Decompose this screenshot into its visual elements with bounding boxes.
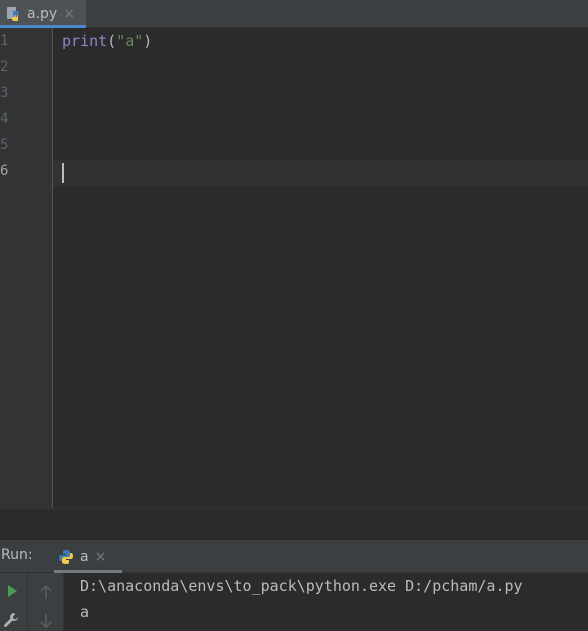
run-tab-label: a — [80, 548, 89, 565]
python-file-icon — [6, 6, 22, 22]
tab-label: a.py — [27, 6, 58, 22]
scroll-down-button[interactable] — [36, 611, 56, 631]
python-icon — [58, 549, 74, 565]
code-line-1[interactable]: print("a") — [62, 28, 152, 54]
code-token-string: "a" — [116, 32, 144, 50]
wrench-icon — [4, 613, 18, 627]
line-number-gutter: 1 2 3 4 5 6 — [0, 28, 53, 508]
code-token-paren: ( — [107, 32, 117, 50]
scroll-up-button[interactable] — [36, 582, 56, 602]
line-number: 2 — [0, 59, 9, 75]
run-toolbar-primary — [0, 573, 28, 631]
code-token-paren: ) — [143, 32, 153, 50]
rerun-button[interactable] — [2, 581, 22, 601]
run-console[interactable]: D:\anaconda\envs\to_pack\python.exe D:/p… — [64, 573, 588, 631]
play-icon — [8, 585, 17, 597]
line-number: 5 — [0, 137, 9, 153]
code-token-builtin: print — [62, 32, 108, 50]
editor-bottom-area — [0, 508, 588, 540]
settings-button[interactable] — [1, 610, 21, 630]
console-output-line: a — [80, 603, 90, 621]
run-tab-a[interactable]: a × — [54, 540, 122, 573]
console-command-line: D:\anaconda\envs\to_pack\python.exe D:/p… — [80, 577, 523, 595]
close-icon[interactable]: × — [63, 7, 75, 21]
line-number: 4 — [0, 111, 9, 127]
code-editor[interactable]: print("a") — [53, 28, 588, 508]
run-panel-header: Run: a × — [0, 540, 588, 573]
line-number-current: 6 — [0, 163, 9, 179]
arrow-down-icon — [40, 614, 52, 629]
tab-a-py[interactable]: a.py × — [0, 0, 86, 28]
line-number: 1 — [0, 33, 9, 49]
run-toolbar-secondary — [28, 573, 64, 631]
current-line-highlight — [53, 160, 588, 186]
line-number: 3 — [0, 85, 9, 101]
ide-window: a.py × 1 2 3 4 5 6 print("a") Run: a × D… — [0, 0, 588, 631]
editor-tab-bar: a.py × — [0, 0, 588, 28]
close-icon[interactable]: × — [95, 549, 107, 565]
run-panel-title: Run: — [1, 547, 33, 563]
text-caret — [62, 163, 64, 183]
arrow-up-icon — [40, 584, 52, 599]
